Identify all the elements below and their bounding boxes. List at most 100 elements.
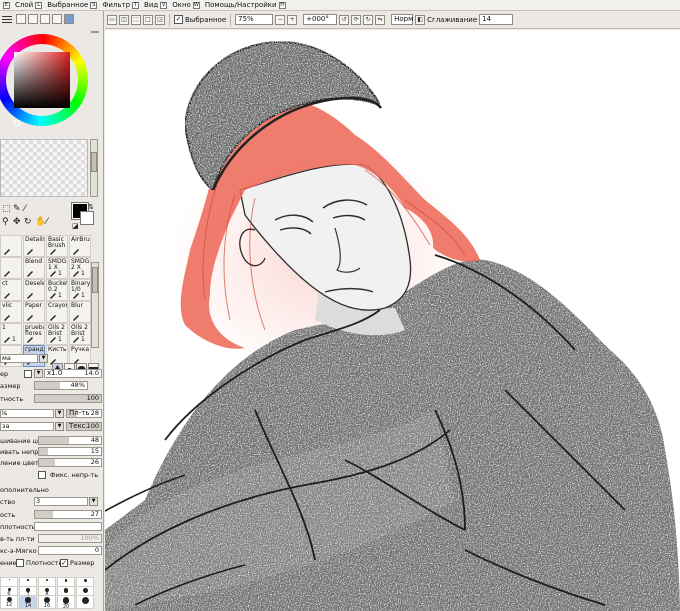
brush-tool-slot[interactable]: Paper <box>23 301 45 323</box>
rotate-left-icon[interactable]: ↺ <box>339 14 350 25</box>
brush-tool-slot[interactable]: 11 <box>0 323 22 345</box>
brush-tool-slot[interactable]: vlic <box>0 301 22 323</box>
brush-tool-slot[interactable]: Details <box>23 235 45 257</box>
deselect-icon[interactable]: ▭ <box>107 14 117 25</box>
magic-wand-icon[interactable]: ⁄ <box>24 204 26 214</box>
quality-arrow-icon[interactable]: ▼ <box>89 497 98 506</box>
rotate-right-icon[interactable]: ↻ <box>363 14 374 25</box>
brush-tool-slot[interactable] <box>0 235 22 257</box>
texture-arrow-icon[interactable]: ▼ <box>55 409 64 418</box>
drawing-canvas[interactable] <box>105 30 680 611</box>
texture-select[interactable]: ls <box>0 409 54 418</box>
brush-tool-slot[interactable]: Oils 2 Brist 1 <box>69 323 91 345</box>
view-mode-button[interactable]: Норм <box>391 14 413 25</box>
zoom-in-icon[interactable]: + <box>287 14 298 25</box>
transparent-color-icon[interactable]: ◪ <box>72 222 79 230</box>
brush-tool-slot[interactable] <box>0 257 22 279</box>
secondary-color-swatch[interactable] <box>80 211 94 225</box>
brush-tool-slot[interactable]: SMDG 1 X1 <box>46 257 68 279</box>
flip-horizontal-icon[interactable]: ◧ <box>415 14 426 25</box>
min-size-slider[interactable]: 48% <box>34 381 88 390</box>
size-slider[interactable]: x1.0 14.0 <box>44 369 102 378</box>
brush-tool-slot[interactable]: Blur <box>69 301 91 323</box>
blend-mode-arrow-icon[interactable]: ▼ <box>39 354 48 363</box>
color-wheel-toggle-icon[interactable] <box>16 14 26 24</box>
size-mult-arrow-icon[interactable]: ▼ <box>34 369 43 378</box>
hand-icon[interactable]: ✋ <box>35 217 46 227</box>
rgb-slider-toggle-icon[interactable] <box>28 14 38 24</box>
rotate-view-icon[interactable]: ↻ <box>24 217 32 227</box>
brush-size-preset[interactable]: 20 <box>57 595 75 610</box>
stabilizer-field[interactable]: 14 <box>479 14 514 25</box>
brush-tool-label: Details <box>25 236 45 243</box>
show-selection-checkbox[interactable]: ✓ <box>174 15 183 24</box>
menu-help[interactable]: Помощь/Настройки H <box>204 0 287 11</box>
quality-select[interactable]: 3 <box>34 497 88 506</box>
edge-hardness-slider[interactable]: 27 <box>34 510 102 519</box>
brush-size-preset[interactable]: 16 <box>38 595 56 609</box>
brush-size-preset[interactable]: 14 <box>19 595 37 609</box>
menu-filter[interactable]: Фильтр T <box>101 0 140 11</box>
brush-tool-slot[interactable]: Basic Brush <box>46 235 68 257</box>
brush-tool-slot[interactable]: Oils 2 Brist 1 <box>46 323 68 345</box>
pressure-slider[interactable]: 0 <box>38 546 102 555</box>
brush-size-preset[interactable] <box>76 595 94 609</box>
pressure-density-checkbox[interactable] <box>16 559 24 567</box>
zoom-field[interactable]: 75% <box>235 14 274 25</box>
lasso-icon[interactable]: ✎ <box>13 204 21 214</box>
color-wheel[interactable] <box>0 30 98 128</box>
menu-selection[interactable]: Выбранное S <box>46 0 98 11</box>
select-all-icon[interactable]: ⬚ <box>131 14 141 25</box>
rotate-reset-icon[interactable]: ⟳ <box>351 14 362 25</box>
brush-tool-slot[interactable]: AirBrush <box>69 235 91 257</box>
scratchpad-toggle-icon[interactable] <box>64 14 74 24</box>
transform-icon[interactable]: ◲ <box>155 14 165 25</box>
scratchpad-scrollbar[interactable] <box>90 139 98 197</box>
brush-grid-scrollbar[interactable] <box>91 262 99 348</box>
invert-selection-icon[interactable]: ◫ <box>119 14 129 25</box>
scratchpad[interactable] <box>0 139 88 197</box>
texture2-strength-slider[interactable]: Текс. 100 <box>66 422 102 431</box>
brush-tool-slot[interactable]: Binary 1/0 1 <box>69 279 91 301</box>
texture2-arrow-icon[interactable]: ▼ <box>55 422 64 431</box>
menu-view[interactable]: Вид V <box>143 0 168 11</box>
selection-rect-icon[interactable]: ⬚ <box>2 204 11 214</box>
texture-strength-slider[interactable]: Пл-ть 28 <box>66 409 102 418</box>
texture2-select[interactable]: за <box>0 422 54 431</box>
dilution-slider[interactable]: 15 <box>38 447 102 456</box>
brush-tool-slot[interactable]: Bucket 0.2 1 <box>46 279 68 301</box>
brush-tool-slot[interactable]: Blend <box>23 257 45 279</box>
brush-tool-slot[interactable]: prueba flores <box>23 323 45 345</box>
max-density-slider[interactable]: 100% <box>38 534 102 543</box>
brush-tool-slot[interactable]: ct <box>0 279 22 301</box>
flip-icon[interactable]: ⇋ <box>375 14 386 25</box>
swatches-toggle-icon[interactable] <box>52 14 62 24</box>
brush-tool-slot[interactable]: SMDG 2 X1 <box>69 257 91 279</box>
menu-layer[interactable]: Слой L <box>14 0 43 11</box>
menu-edit-key[interactable]: E <box>2 0 11 11</box>
menu-window[interactable]: Окно W <box>171 0 201 11</box>
eyedropper-icon[interactable]: ⁄ <box>46 217 48 227</box>
blend-mode-select[interactable]: ма <box>0 354 38 363</box>
hsv-slider-toggle-icon[interactable] <box>40 14 50 24</box>
panel-menu-icon[interactable] <box>2 14 12 24</box>
swap-colors-icon[interactable]: ⇅ <box>88 203 94 211</box>
blend-slider[interactable]: 48 <box>38 436 102 445</box>
rotation-field[interactable]: +000° <box>303 14 338 25</box>
density-slider[interactable]: 100 <box>34 394 102 403</box>
move-icon[interactable]: ✥ <box>13 217 21 227</box>
brush-tool-slot[interactable]: Crayon <box>46 301 68 323</box>
min-density-slider[interactable] <box>34 522 102 531</box>
brush-tool-slot[interactable]: Deselect <box>23 279 45 301</box>
clear-icon[interactable]: □ <box>143 14 153 25</box>
brush-size-preset[interactable]: 12 <box>0 595 18 609</box>
zoom-icon[interactable]: ⚲ <box>2 217 9 227</box>
zoom-out-icon[interactable]: − <box>275 14 286 25</box>
size-lock-checkbox[interactable] <box>24 370 32 378</box>
advanced-header[interactable]: ополнительно <box>0 485 103 495</box>
color-picker-cursor[interactable] <box>13 119 21 127</box>
pressure-size-checkbox[interactable]: ✓ <box>60 559 68 567</box>
persistence-slider[interactable]: 26 <box>38 458 102 467</box>
keep-opacity-checkbox[interactable] <box>38 471 46 479</box>
brush-dot-icon <box>82 588 88 593</box>
